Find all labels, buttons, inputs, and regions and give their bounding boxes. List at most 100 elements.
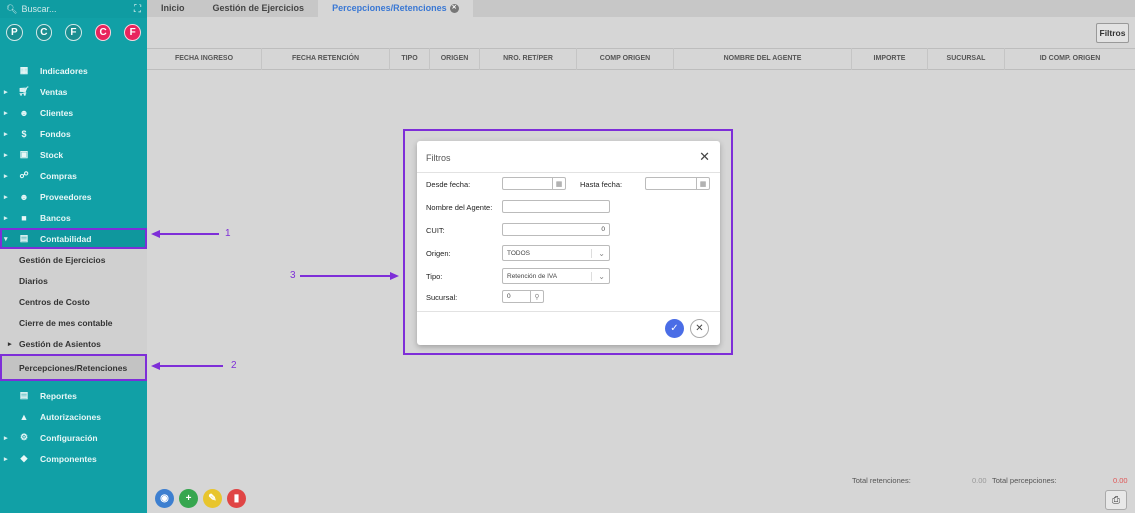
sidebar-item-label: Proveedores: [40, 191, 92, 202]
confirm-button[interactable]: ✓: [665, 319, 684, 338]
avatar-c-red[interactable]: C: [94, 23, 112, 41]
avatar-f-red[interactable]: F: [124, 23, 141, 41]
fullscreen-icon[interactable]: ⛶: [134, 4, 141, 15]
chevron-right-icon: ▸: [4, 88, 8, 96]
calendar-icon[interactable]: ▦: [696, 177, 709, 190]
column-header[interactable]: NOMBRE DEL AGENTE: [674, 48, 852, 70]
annotation-label-1: 1: [225, 228, 231, 239]
sucursal-input[interactable]: 0 ⚲: [502, 290, 544, 303]
filtros-button[interactable]: Filtros: [1096, 23, 1129, 43]
sucursal-value: 0: [507, 293, 511, 300]
edit-button[interactable]: ✎: [203, 489, 222, 508]
document-icon: ▤: [19, 390, 29, 400]
people-icon: ☻: [19, 191, 29, 202]
sidebar-item-label: Stock: [40, 149, 64, 160]
tab-inicio[interactable]: Inicio: [147, 0, 199, 17]
tipo-select[interactable]: Retención de IVA ⌄: [502, 268, 610, 284]
annotation-label-3: 3: [290, 270, 296, 281]
submenu-item-gestion-asientos[interactable]: ▸ Gestión de Asientos: [0, 333, 147, 354]
column-header[interactable]: IMPORTE: [852, 48, 928, 70]
tipo-label: Tipo:: [426, 272, 443, 281]
chevron-right-icon: ▸: [4, 214, 8, 222]
add-button[interactable]: +: [179, 489, 198, 508]
sidebar-item-autorizaciones[interactable]: ▲ Autorizaciones: [0, 406, 147, 427]
desde-fecha-input[interactable]: ▦: [502, 177, 566, 190]
delete-button[interactable]: ▮: [227, 489, 246, 508]
submenu-item-diarios[interactable]: Diarios: [0, 270, 147, 291]
total-retenciones-value: 0.00: [972, 476, 987, 485]
check-icon: ✓: [670, 323, 679, 334]
submenu-item-gestion-ejercicios[interactable]: Gestión de Ejercicios: [0, 249, 147, 270]
submenu-item-percepciones-retenciones[interactable]: Percepciones/Retenciones: [0, 354, 147, 381]
avatar-c[interactable]: C: [35, 23, 53, 41]
close-icon[interactable]: ✕: [699, 149, 710, 165]
sidebar-item-label: Configuración: [40, 432, 98, 443]
column-header[interactable]: TIPO: [390, 48, 430, 70]
sidebar-item-label: Compras: [40, 170, 77, 181]
annotation-arrow-1: [159, 233, 219, 235]
hasta-fecha-input[interactable]: ▦: [645, 177, 710, 190]
cancel-button[interactable]: ✕: [690, 319, 709, 338]
dashboard-icon: ▦: [19, 65, 29, 75]
submenu-item-cierre-mes[interactable]: Cierre de mes contable: [0, 312, 147, 333]
submenu-item-label: Gestión de Asientos: [19, 338, 101, 349]
total-retenciones-label: Total retenciones:: [852, 476, 911, 485]
sidebar-item-fondos[interactable]: ▸ $ Fondos: [0, 123, 147, 144]
origen-label: Origen:: [426, 249, 451, 258]
sidebar-item-compras[interactable]: ▸ ☍ Compras: [0, 165, 147, 186]
origen-select[interactable]: TODOS ⌄: [502, 245, 610, 261]
sidebar-item-label: Ventas: [40, 86, 68, 97]
hasta-fecha-label: Hasta fecha:: [580, 180, 623, 189]
sidebar-search[interactable]: 🔍︎ Buscar... ⛶: [0, 0, 147, 18]
avatar-f[interactable]: F: [65, 23, 82, 41]
sidebar-item-indicadores[interactable]: ▦ Indicadores: [0, 60, 147, 81]
chevron-right-icon: ▸: [4, 130, 8, 138]
cuit-label: CUIT:: [426, 226, 445, 235]
tipo-value: Retención de IVA: [507, 272, 558, 280]
sidebar-item-ventas[interactable]: ▸ 🛒︎ Ventas: [0, 81, 147, 102]
column-header[interactable]: COMP ORIGEN: [577, 48, 674, 70]
cart-icon: 🛒︎: [18, 86, 30, 96]
sidebar-item-clientes[interactable]: ▸ ☻ Clientes: [0, 102, 147, 123]
nombre-agente-label: Nombre del Agente:: [426, 203, 493, 212]
chevron-right-icon: ▸: [4, 172, 8, 180]
column-header[interactable]: SUCURSAL: [928, 48, 1005, 70]
sidebar-item-stock[interactable]: ▸ ▣ Stock: [0, 144, 147, 165]
avatar-p[interactable]: P: [6, 23, 23, 41]
sidebar-item-label: Clientes: [40, 107, 74, 118]
cuit-input[interactable]: 0: [502, 223, 610, 236]
close-tab-icon[interactable]: ✕: [449, 4, 459, 14]
nombre-agente-input[interactable]: [502, 200, 610, 213]
sidebar-item-configuracion[interactable]: ▸ ⚙ Configuración: [0, 427, 147, 448]
calendar-icon[interactable]: ▦: [552, 177, 565, 190]
sidebar-item-componentes[interactable]: ▸ ◆ Componentes: [0, 448, 147, 469]
sidebar-item-proveedores[interactable]: ▸ ☻ Proveedores: [0, 186, 147, 207]
trash-icon: ▮: [233, 493, 240, 504]
view-button[interactable]: ◉: [155, 489, 174, 508]
column-header[interactable]: FECHA INGRESO: [147, 48, 262, 70]
tab-label: Percepciones/Retenciones: [332, 3, 447, 13]
modal-title: Filtros: [426, 153, 451, 163]
column-header[interactable]: ID COMP. ORIGEN: [1005, 48, 1135, 70]
box-icon: ▣: [19, 149, 29, 159]
cuit-value: 0: [601, 226, 605, 233]
print-button[interactable]: ⎙: [1105, 490, 1127, 510]
close-icon: ✕: [695, 323, 704, 334]
sidebar-item-contabilidad[interactable]: ▾ ▤ Contabilidad: [0, 228, 147, 249]
column-header[interactable]: FECHA RETENCIÓN: [262, 48, 390, 70]
search-input[interactable]: Buscar...: [21, 4, 56, 14]
printer-icon: ⎙: [1112, 494, 1120, 506]
chevron-down-icon: ⌄: [591, 248, 605, 258]
tab-gestion-ejercicios[interactable]: Gestión de Ejercicios: [199, 0, 319, 17]
tab-percepciones-retenciones[interactable]: Percepciones/Retenciones ✕: [318, 0, 473, 17]
search-icon[interactable]: ⚲: [530, 290, 543, 303]
sidebar-item-reportes[interactable]: ▤ Reportes: [0, 385, 147, 406]
annotation-label-2: 2: [231, 360, 237, 371]
chevron-right-icon: ▸: [4, 434, 8, 442]
sidebar-item-label: Contabilidad: [40, 233, 92, 244]
sidebar-item-bancos[interactable]: ▸ ■ Bancos: [0, 207, 147, 228]
column-header[interactable]: NRO. RET/PER: [480, 48, 577, 70]
submenu-item-centros-costo[interactable]: Centros de Costo: [0, 291, 147, 312]
column-header[interactable]: ORIGEN: [430, 48, 480, 70]
annotation-arrow-3-head: [390, 272, 399, 280]
